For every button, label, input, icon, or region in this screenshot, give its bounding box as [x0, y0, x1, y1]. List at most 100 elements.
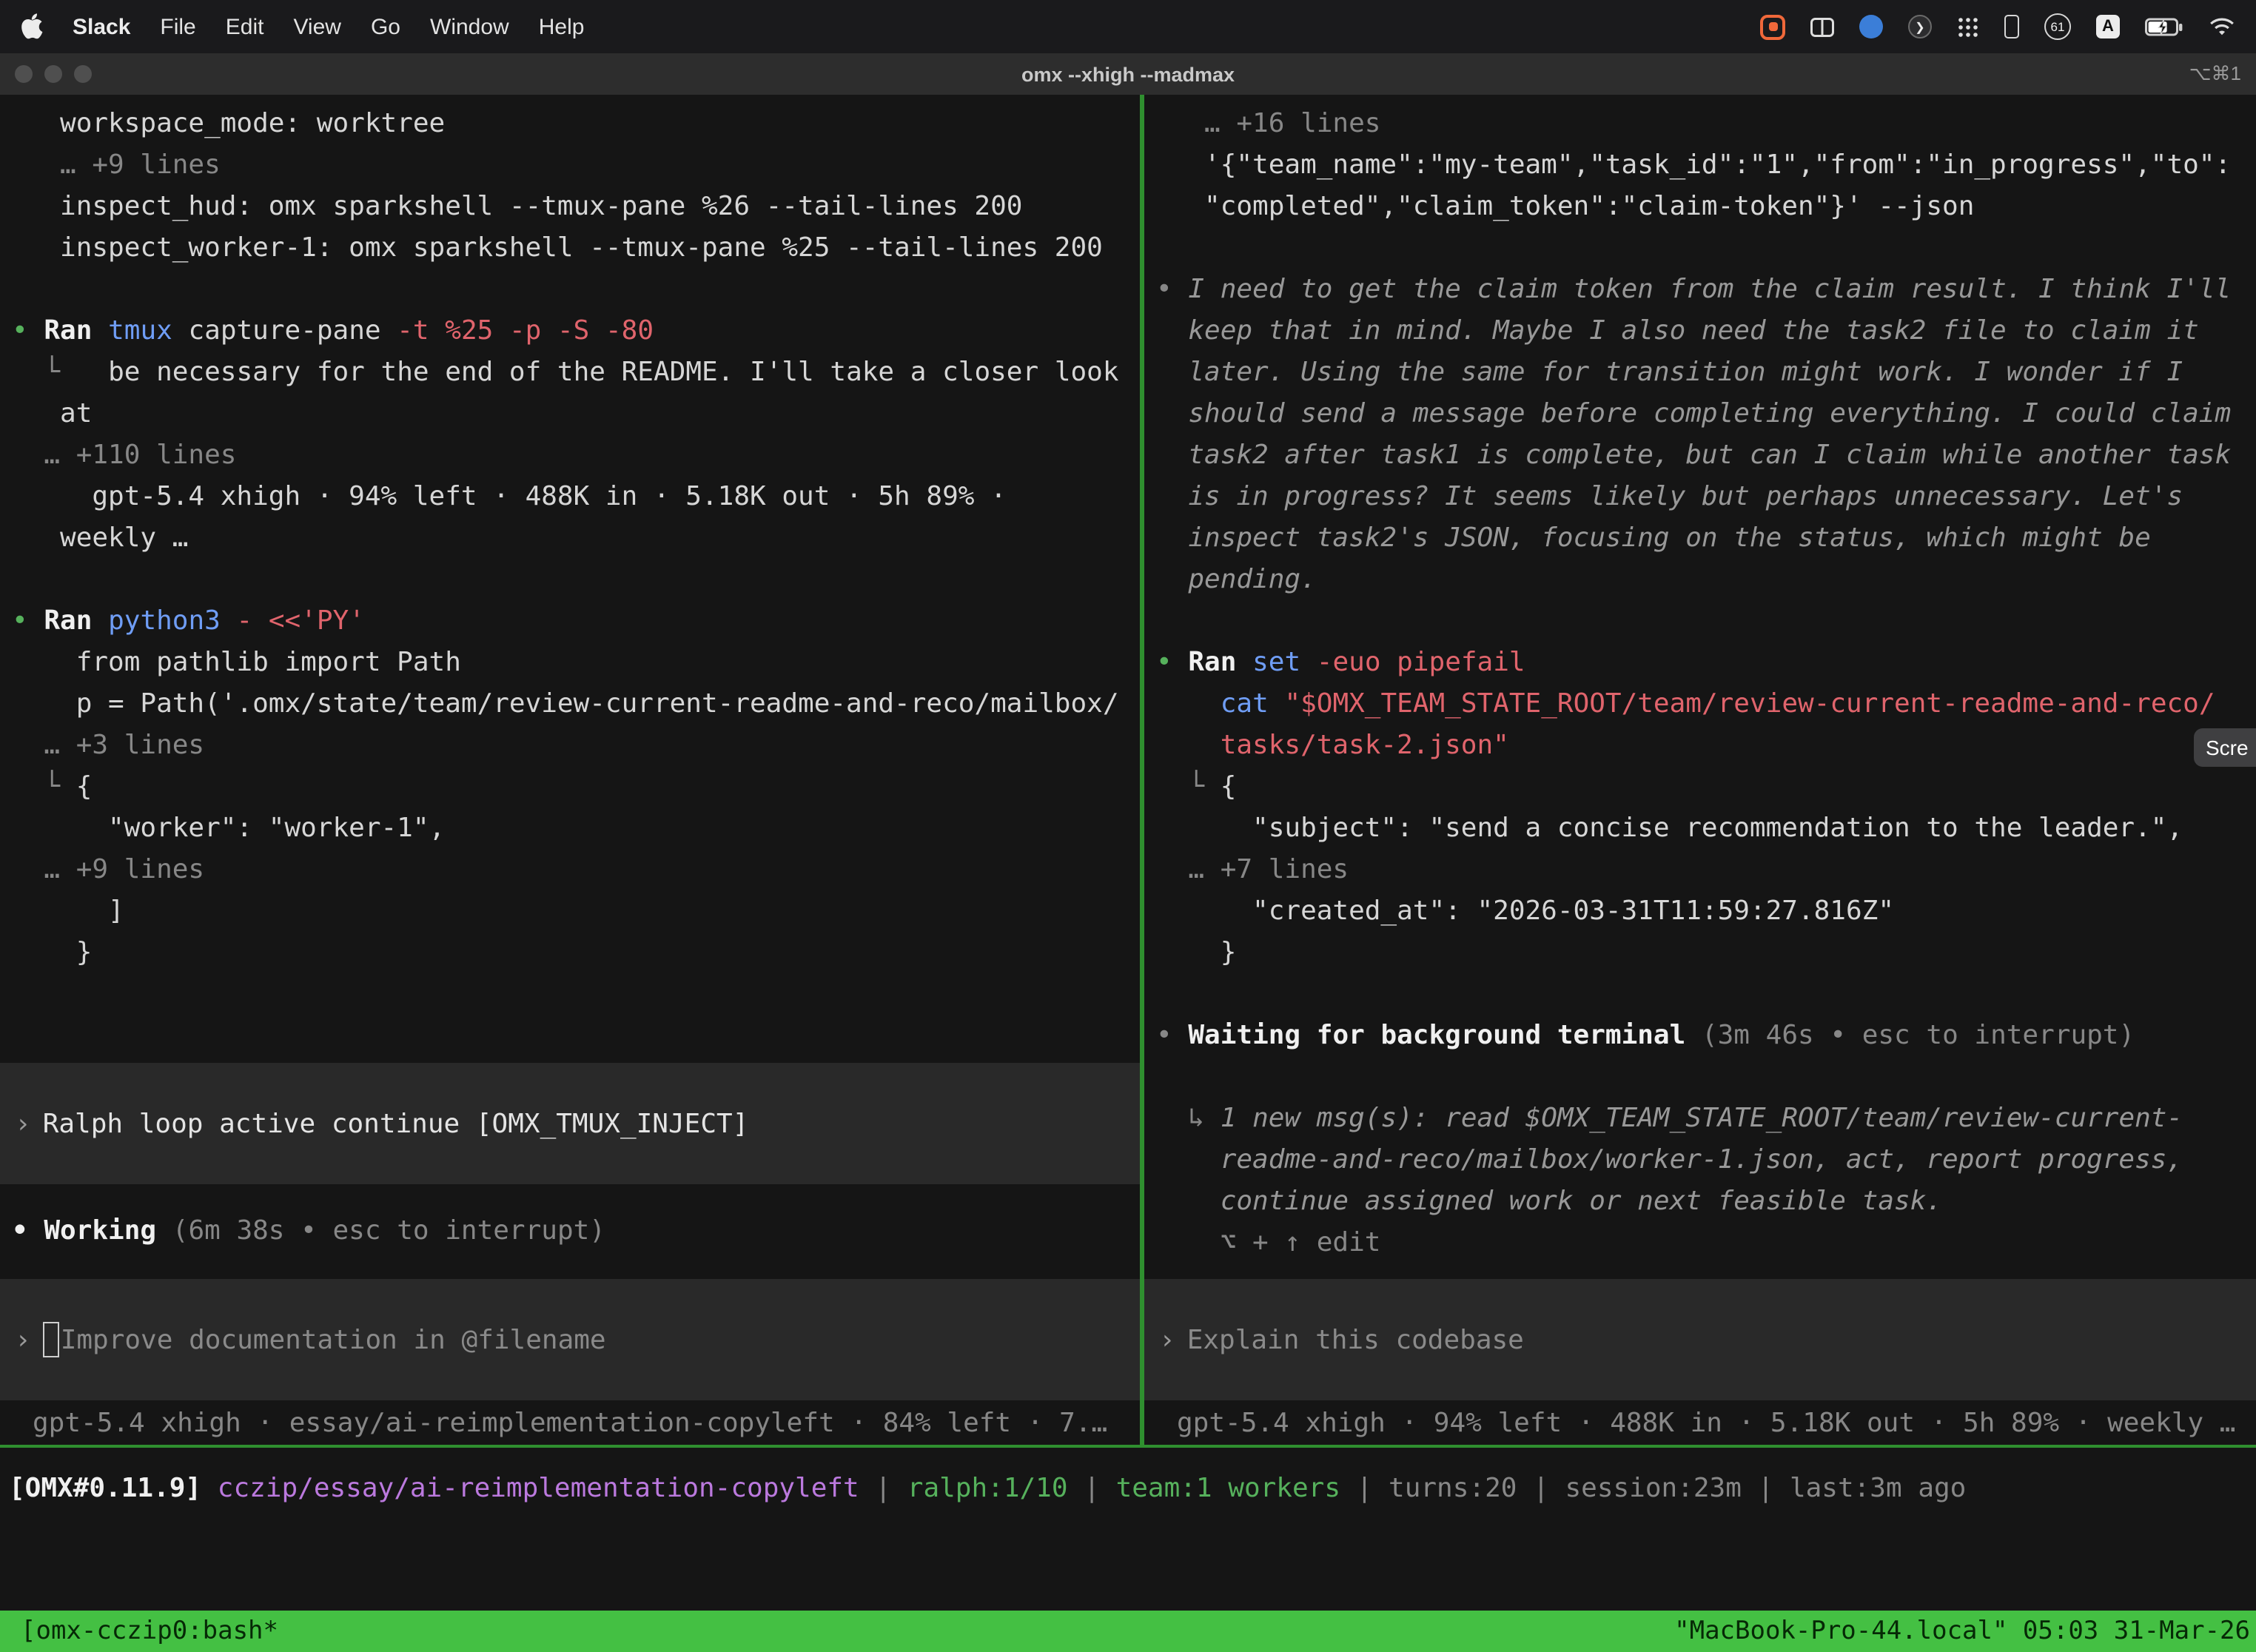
- text-segment: keep that in mind. Maybe I also need the…: [1156, 315, 2199, 346]
- battery-charging-icon[interactable]: [2145, 17, 2183, 36]
- terminal-line: from pathlib import Path: [12, 642, 1140, 684]
- input-source-icon[interactable]: A: [2096, 15, 2120, 38]
- app-grid-icon[interactable]: [1957, 16, 1979, 38]
- terminal-line: • I need to get the claim token from the…: [1156, 269, 2256, 311]
- text-segment: should send a message before completing …: [1156, 398, 2231, 429]
- text-segment: python3: [108, 605, 221, 637]
- text-segment: … +16 lines: [1156, 108, 1380, 139]
- right-terminal-pane[interactable]: … +16 lines '{"team_name":"my-team","tas…: [1144, 95, 2256, 1445]
- text-segment: [OMX#0.11.9]: [9, 1473, 218, 1504]
- text-segment: cat: [1221, 688, 1269, 719]
- menu-item-edit[interactable]: Edit: [226, 14, 264, 39]
- terminal-line: ↳ 1 new msg(s): read $OMX_TEAM_STATE_ROO…: [1156, 1098, 2256, 1140]
- text-segment: set: [1252, 647, 1300, 678]
- text-segment: capture-pane: [172, 315, 397, 346]
- text-segment: … +9 lines: [12, 150, 221, 181]
- text-segment: (6m 38s • esc to interrupt): [156, 1215, 605, 1246]
- apple-menu-icon[interactable]: [21, 13, 43, 40]
- text-segment: •: [1156, 274, 1188, 305]
- app-menu-slack[interactable]: Slack: [73, 14, 130, 39]
- menu-item-view[interactable]: View: [293, 14, 341, 39]
- text-segment: pending.: [1156, 564, 1317, 595]
- text-segment: - <<'PY': [237, 605, 365, 637]
- terminal-line: inspect task2's JSON, focusing on the st…: [1156, 518, 2256, 560]
- menu-item-file[interactable]: File: [160, 14, 195, 39]
- terminal-line: • Ran python3 - <<'PY': [12, 601, 1140, 642]
- text-segment: {: [76, 771, 93, 802]
- screen-share-overlay-text: Scre: [2206, 736, 2249, 759]
- text-segment: tasks/task-2.json": [1156, 730, 1509, 761]
- terminal-line: }: [1156, 933, 2256, 974]
- tmux-host-clock: "MacBook-Pro-44.local" 05:03 31-Mar-26: [1674, 1616, 2250, 1646]
- terminal-line: task2 after task1 is complete, but can I…: [1156, 435, 2256, 477]
- text-segment: at: [12, 398, 92, 429]
- text-segment: from pathlib import Path: [12, 647, 461, 678]
- text-segment: "subject": "send a concise recommendatio…: [1156, 813, 2183, 844]
- text-segment: |: [1517, 1473, 1565, 1504]
- terminal-line: "completed","claim_token":"claim-token"}…: [1156, 187, 2256, 228]
- window-tiling-icon[interactable]: [1810, 17, 1834, 36]
- terminal-line: keep that in mind. Maybe I also need the…: [1156, 311, 2256, 352]
- composer-input[interactable]: › Improve documentation in @filename: [0, 1279, 1140, 1400]
- terminal-line: … +16 lines: [1156, 104, 2256, 145]
- iphone-mirroring-icon[interactable]: [2004, 15, 2019, 38]
- composer-input[interactable]: ›Explain this codebase: [1144, 1279, 2256, 1400]
- terminal-line: is in progress? It seems likely but perh…: [1156, 477, 2256, 518]
- terminal-line: • Ran tmux capture-pane -t %25 -p -S -80: [12, 311, 1140, 352]
- terminal-line: continue assigned work or next feasible …: [1156, 1181, 2256, 1223]
- text-segment: ⌥ + ↑ edit: [1156, 1227, 1380, 1258]
- terminal-line: [1156, 974, 2256, 1015]
- terminal-line: cat "$OMX_TEAM_STATE_ROOT/team/review-cu…: [1156, 684, 2256, 725]
- prompt-chevron-icon: ›: [15, 1324, 31, 1355]
- menu-item-go[interactable]: Go: [371, 14, 400, 39]
- text-segment: |: [1340, 1473, 1389, 1504]
- screen-recording-indicator-icon[interactable]: [1760, 14, 1785, 39]
- text-segment: … +9 lines: [12, 854, 204, 885]
- text-segment: … +3 lines: [12, 730, 204, 761]
- left-transcript: workspace_mode: worktree … +9 lines insp…: [0, 104, 1140, 974]
- terminal-line: … +110 lines: [12, 435, 1140, 477]
- terminal-line: └ {: [1156, 767, 2256, 808]
- text-segment: readme-and-reco/mailbox/worker-1.json, a…: [1156, 1144, 2183, 1175]
- text-segment: "created_at": "2026-03-31T11:59:27.816Z": [1156, 896, 1894, 927]
- terminal-line: workspace_mode: worktree: [12, 104, 1140, 145]
- text-segment: Waiting for background terminal: [1188, 1020, 1685, 1051]
- terminal-line: └ be necessary for the end of the README…: [12, 352, 1140, 394]
- text-segment: -euo pipefail: [1300, 647, 1525, 678]
- text-cursor: [43, 1322, 59, 1357]
- terminal-line: later. Using the same for transition mig…: [1156, 352, 2256, 394]
- prompt-chevron-icon: ›: [1159, 1324, 1175, 1355]
- window-title-bar[interactable]: omx --xhigh --madmax ⌥⌘1: [0, 53, 2256, 95]
- text-segment: }: [1156, 937, 1236, 968]
- right-pane-bottom: ›Explain this codebase gpt-5.4 xhigh · 9…: [1144, 1279, 2256, 1445]
- blue-app-icon[interactable]: [1859, 15, 1883, 38]
- menu-item-help[interactable]: Help: [539, 14, 585, 39]
- text-segment: team:1 workers: [1116, 1473, 1340, 1504]
- tmux-session-window[interactable]: [omx-cczip0:bash*: [21, 1616, 278, 1646]
- left-terminal-pane[interactable]: workspace_mode: worktree … +9 lines insp…: [0, 95, 1140, 1445]
- text-segment: inspect task2's JSON, focusing on the st…: [1156, 523, 2151, 554]
- left-pane-bottom: ›Ralph loop active continue [OMX_TMUX_IN…: [0, 1063, 1140, 1445]
- text-segment: inspect_worker-1: omx sparkshell --tmux-…: [12, 232, 1103, 263]
- right-transcript: … +16 lines '{"team_name":"my-team","tas…: [1144, 104, 2256, 1264]
- text-segment: -t %25 -p -S -80: [397, 315, 654, 346]
- wifi-icon[interactable]: [2209, 17, 2235, 36]
- input-source-letter: A: [2102, 18, 2114, 36]
- battery-percentage-icon[interactable]: 61: [2044, 13, 2071, 40]
- macos-screen: Slack File Edit View Go Window Help ❯ 61…: [0, 0, 2256, 1652]
- text-segment: session:23m: [1565, 1473, 1741, 1504]
- text-segment: {: [1221, 771, 1237, 802]
- dark-app-icon[interactable]: ❯: [1908, 15, 1932, 38]
- text-segment: turns:20: [1389, 1473, 1517, 1504]
- terminal-line: pending.: [1156, 560, 2256, 601]
- text-segment: •: [1156, 647, 1188, 678]
- model-status-line: gpt-5.4 xhigh · essay/ai-reimplementatio…: [0, 1403, 1140, 1445]
- terminal-line: … +9 lines: [12, 145, 1140, 187]
- composer-placeholder: Improve documentation in @filename: [61, 1324, 606, 1355]
- text-segment: └: [1156, 771, 1221, 802]
- text-segment: ]: [12, 896, 124, 927]
- text-segment: task2 after task1 is complete, but can I…: [1156, 440, 2231, 471]
- terminal-line: tasks/task-2.json": [1156, 725, 2256, 767]
- text-segment: Ran: [44, 605, 108, 637]
- menu-item-window[interactable]: Window: [430, 14, 509, 39]
